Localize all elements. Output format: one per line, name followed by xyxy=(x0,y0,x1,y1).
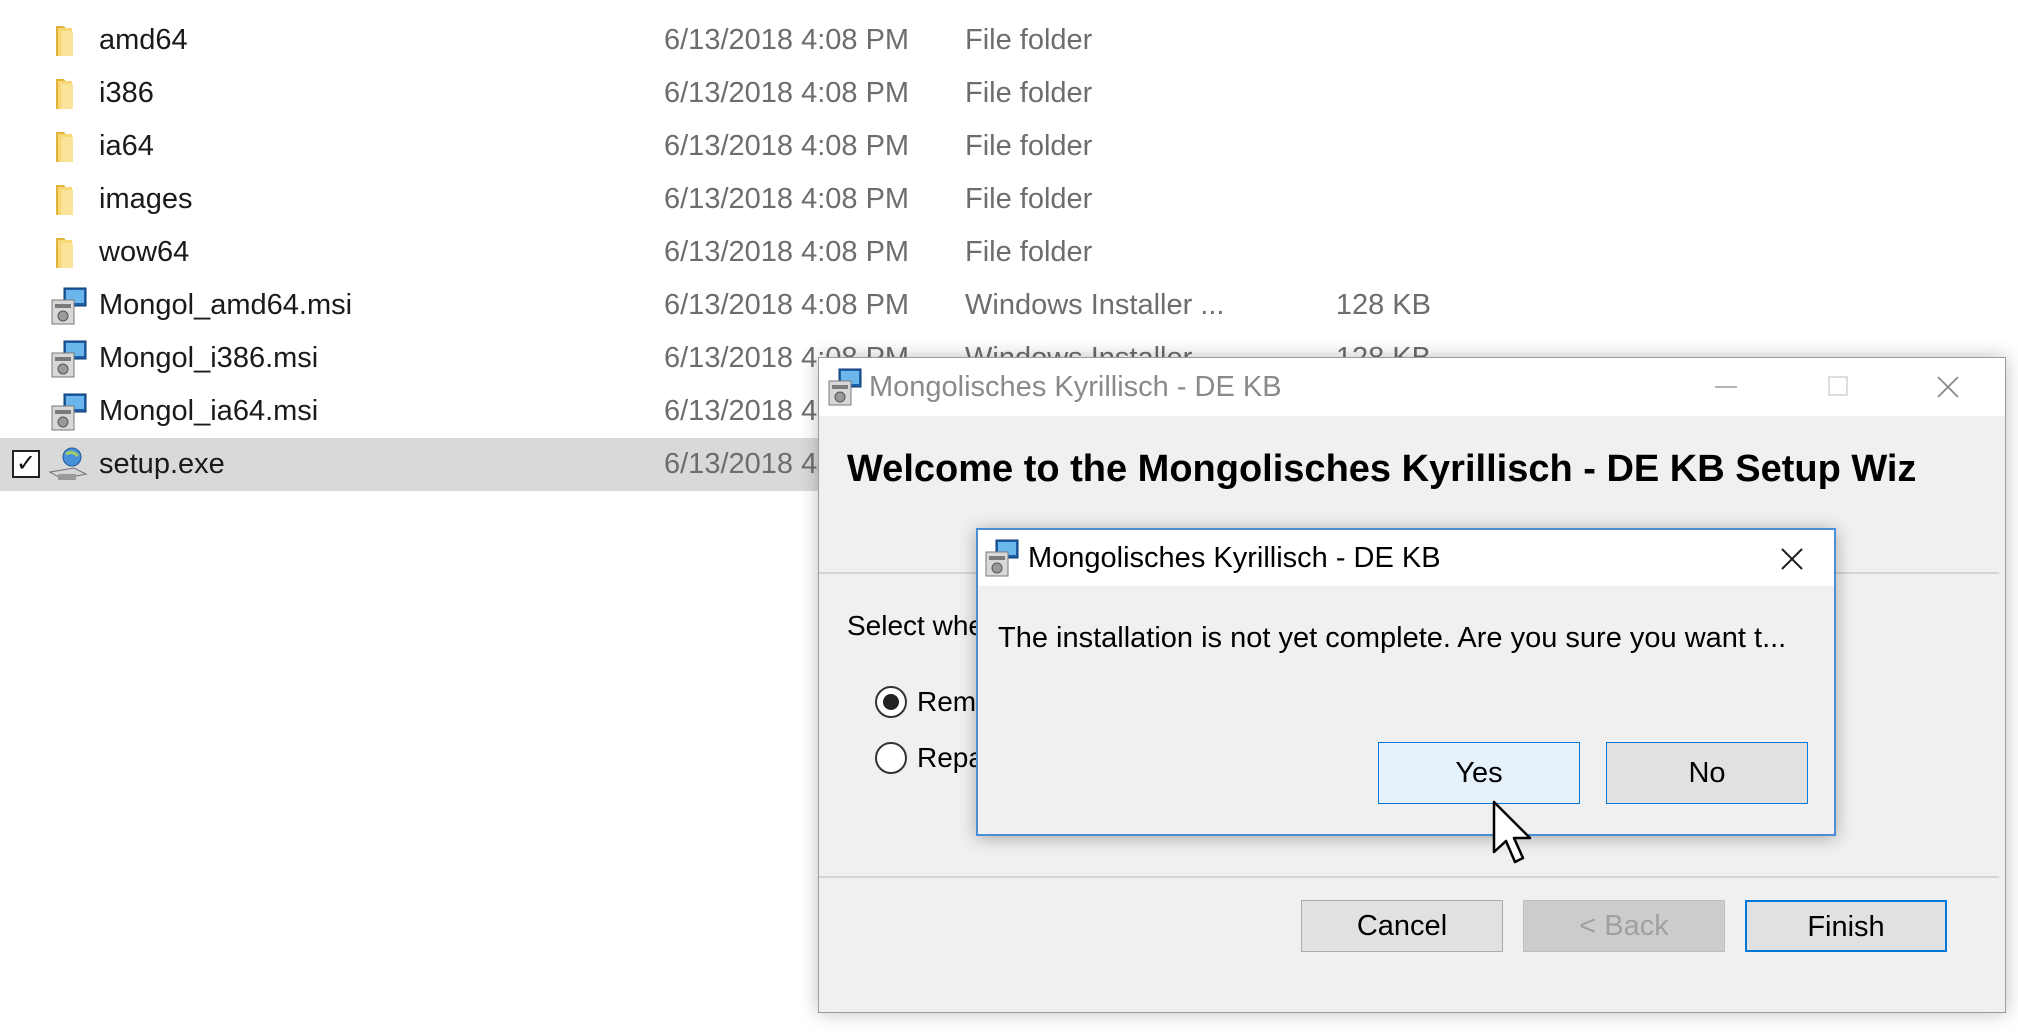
file-type: File folder xyxy=(965,183,1093,215)
file-name: wow64 xyxy=(99,236,190,268)
close-icon xyxy=(1781,548,1803,570)
installer-app-icon xyxy=(982,538,1022,578)
file-row[interactable]: i386 6/13/2018 4:08 PM File folder xyxy=(0,67,1092,120)
file-size: 128 KB xyxy=(1335,289,1431,321)
finish-button[interactable]: Finish xyxy=(1745,900,1947,952)
confirm-dialog: Mongolisches Kyrillisch - DE KB The inst… xyxy=(976,528,1836,836)
msi-installer-icon xyxy=(48,393,88,431)
file-row[interactable]: ✓ setup.exe 6/13/2018 4:08 PM xyxy=(0,438,909,491)
dialog-message: The installation is not yet complete. Ar… xyxy=(998,622,1787,654)
minimize-button[interactable] xyxy=(1671,358,1783,416)
folder-icon xyxy=(48,234,88,272)
back-button: < Back xyxy=(1523,900,1725,952)
wizard-description: Select whe xyxy=(847,610,984,641)
folder-icon xyxy=(48,181,88,219)
file-row[interactable]: ia64 6/13/2018 4:08 PM File folder xyxy=(0,120,1092,173)
msi-installer-icon xyxy=(48,287,88,325)
file-name: setup.exe xyxy=(99,448,225,480)
checkbox-checked[interactable]: ✓ xyxy=(12,450,40,478)
file-row[interactable]: Mongol_i386.msi6/13/2018 4:08 PMWindows … xyxy=(0,332,1431,385)
setup-exe-icon xyxy=(48,446,88,484)
close-icon xyxy=(1937,376,1959,398)
file-name: ia64 xyxy=(99,130,154,162)
file-date: 6/13/2018 4:08 PM xyxy=(664,24,910,56)
folder-icon xyxy=(48,128,88,166)
file-date: 6/13/2018 4:08 PM xyxy=(664,183,910,215)
dialog-close-button[interactable] xyxy=(1748,530,1834,586)
cancel-button[interactable]: Cancel xyxy=(1301,900,1503,952)
file-date: 6/13/2018 4:08 PM xyxy=(664,289,910,321)
file-name: i386 xyxy=(99,77,154,109)
file-type: File folder xyxy=(965,236,1093,268)
no-button[interactable]: No xyxy=(1606,742,1808,804)
file-type: File folder xyxy=(965,77,1093,109)
dialog-title: Mongolisches Kyrillisch - DE KB xyxy=(1028,542,1441,574)
radio-button-unchecked[interactable] xyxy=(875,742,907,774)
minimize-icon xyxy=(1715,386,1737,388)
maximize-icon xyxy=(1828,376,1848,396)
file-row[interactable]: amd64 6/13/2018 4:08 PM File folder xyxy=(0,14,1092,67)
wizard-title: Mongolisches Kyrillisch - DE KB xyxy=(869,371,1282,403)
folder-icon xyxy=(48,75,88,113)
file-type: Windows Installer ... xyxy=(965,289,1225,321)
file-row[interactable]: images 6/13/2018 4:08 PM File folder xyxy=(0,173,1092,226)
file-name: Mongol_amd64.msi xyxy=(99,289,353,321)
file-row[interactable]: Mongol_amd64.msi 6/13/2018 4:08 PM Windows… xyxy=(0,279,1431,332)
file-type: File folder xyxy=(965,130,1093,162)
file-date: 6/13/2018 4:08 PM xyxy=(664,77,910,109)
file-name: Mongol_ia64.msi xyxy=(99,395,319,427)
file-type: File folder xyxy=(965,24,1093,56)
divider xyxy=(819,876,1999,878)
file-name: amd64 xyxy=(99,24,188,56)
wizard-titlebar[interactable]: Mongolisches Kyrillisch - DE KB xyxy=(819,358,2005,416)
installer-app-icon xyxy=(825,367,865,407)
file-date: 6/13/2018 4:08 PM xyxy=(664,236,910,268)
wizard-heading: Welcome to the Mongolisches Kyrillisch -… xyxy=(847,448,1917,490)
folder-icon xyxy=(48,22,88,60)
maximize-button xyxy=(1783,358,1895,416)
file-name: Mongol_i386.msi xyxy=(99,342,319,374)
close-button[interactable] xyxy=(1893,358,2005,416)
radio-button-checked[interactable] xyxy=(875,686,907,718)
file-row[interactable]: Mongol_ia64.msi 6/13/2018 4:08 PM xyxy=(0,385,909,438)
msi-installer-icon xyxy=(48,340,88,378)
file-row[interactable]: wow64 6/13/2018 4:08 PM File folder xyxy=(0,226,1092,279)
yes-button[interactable]: Yes xyxy=(1378,742,1580,804)
file-name: images xyxy=(99,183,193,215)
file-date: 6/13/2018 4:08 PM xyxy=(664,130,910,162)
mouse-pointer-icon xyxy=(1492,800,1532,864)
dialog-titlebar[interactable]: Mongolisches Kyrillisch - DE KB xyxy=(978,530,1834,586)
